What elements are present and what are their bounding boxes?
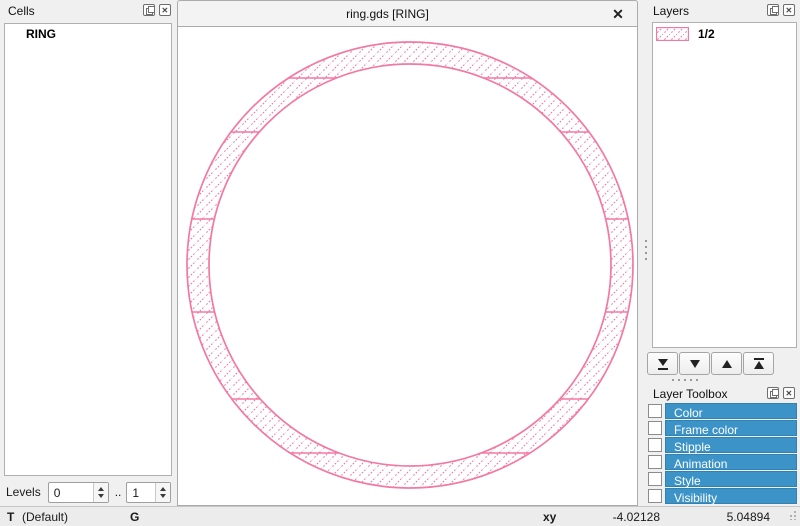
close-panel-icon[interactable] (783, 4, 795, 16)
toolbox-row-style[interactable]: Style (648, 471, 797, 487)
cells-panel-header: Cells (0, 0, 176, 22)
layer-toolbox-rows: Color Frame color Stipple Animation Styl… (648, 403, 797, 505)
move-layer-down-button[interactable] (679, 352, 710, 375)
toolbox-checkbox[interactable] (648, 455, 662, 469)
layer-stipple-swatch[interactable] (656, 27, 689, 41)
levels-row: Levels 0 .. 1 (0, 479, 176, 505)
toolbox-row-animation[interactable]: Animation (648, 454, 797, 470)
float-panel-icon[interactable] (767, 4, 779, 16)
layer-move-buttons (647, 352, 774, 375)
float-panel-icon[interactable] (143, 4, 155, 16)
layout-tab-bar: ring.gds [RING] ✕ (177, 0, 638, 27)
close-panel-icon[interactable] (159, 4, 171, 16)
cells-panel-title: Cells (8, 4, 35, 18)
toolbox-row-label[interactable]: Stipple (665, 437, 797, 453)
spinner-arrows[interactable] (155, 483, 170, 502)
klayout-window: Cells RING Levels 0 .. 1 ring.gds [RING]… (0, 0, 800, 526)
layers-panel-header: Layers (645, 0, 800, 22)
toolbox-checkbox[interactable] (648, 421, 662, 435)
layer-name: 1/2 (698, 27, 715, 41)
toolbox-checkbox[interactable] (648, 404, 662, 418)
cells-tree[interactable]: RING (4, 23, 172, 476)
move-layer-up-button[interactable] (711, 352, 742, 375)
toolbox-row-label[interactable]: Animation (665, 454, 797, 470)
levels-range-separator: .. (115, 485, 122, 499)
level-to-spinner[interactable]: 1 (126, 482, 171, 503)
close-panel-icon[interactable] (783, 387, 795, 399)
tab-close-icon[interactable]: ✕ (609, 5, 627, 23)
level-to-value[interactable]: 1 (127, 483, 155, 502)
float-panel-icon[interactable] (767, 387, 779, 399)
level-from-spinner[interactable]: 0 (48, 482, 109, 503)
grid-indicator: G (130, 510, 139, 524)
vertical-splitter-handle[interactable] (644, 240, 647, 264)
toolbox-row-label[interactable]: Color (665, 403, 797, 419)
toolbox-row-label[interactable]: Frame color (665, 420, 797, 436)
toolbox-row-label[interactable]: Style (665, 471, 797, 487)
layer-row[interactable]: 1/2 (653, 23, 796, 41)
toolbox-row-visibility[interactable]: Visibility (648, 488, 797, 504)
transform-indicator: T (7, 510, 14, 524)
horizontal-splitter-handle[interactable] (672, 378, 698, 381)
move-layer-to-top-button[interactable] (743, 352, 774, 375)
layer-toolbox-header: Layer Toolbox (645, 383, 800, 405)
toolbox-checkbox[interactable] (648, 489, 662, 503)
layout-tab-title[interactable]: ring.gds [RING] (178, 7, 597, 21)
toolbox-checkbox[interactable] (648, 472, 662, 486)
spinner-arrows[interactable] (93, 483, 108, 502)
toolbox-row-color[interactable]: Color (648, 403, 797, 419)
toolbox-checkbox[interactable] (648, 438, 662, 452)
cursor-y-value: 5.04894 (680, 510, 770, 524)
cell-item-ring[interactable]: RING (5, 24, 171, 43)
layer-toolbox-title: Layer Toolbox (653, 387, 728, 401)
xy-label: xy (543, 510, 556, 524)
toolbox-row-stipple[interactable]: Stipple (648, 437, 797, 453)
toolbox-row-frame-color[interactable]: Frame color (648, 420, 797, 436)
layers-panel-title: Layers (653, 4, 689, 18)
levels-label: Levels (6, 485, 41, 499)
move-layer-to-bottom-button[interactable] (647, 352, 678, 375)
cursor-x-value: -4.02128 (570, 510, 660, 524)
transform-value: (Default) (22, 510, 68, 524)
level-from-value[interactable]: 0 (49, 483, 93, 502)
layers-list[interactable]: 1/2 (652, 22, 797, 348)
layout-canvas[interactable] (177, 27, 638, 506)
toolbox-row-label[interactable]: Visibility (665, 488, 797, 504)
resize-grip[interactable] (787, 510, 797, 520)
ring-drawing (178, 27, 637, 504)
status-bar: T (Default) G xy -4.02128 5.04894 (0, 506, 800, 526)
